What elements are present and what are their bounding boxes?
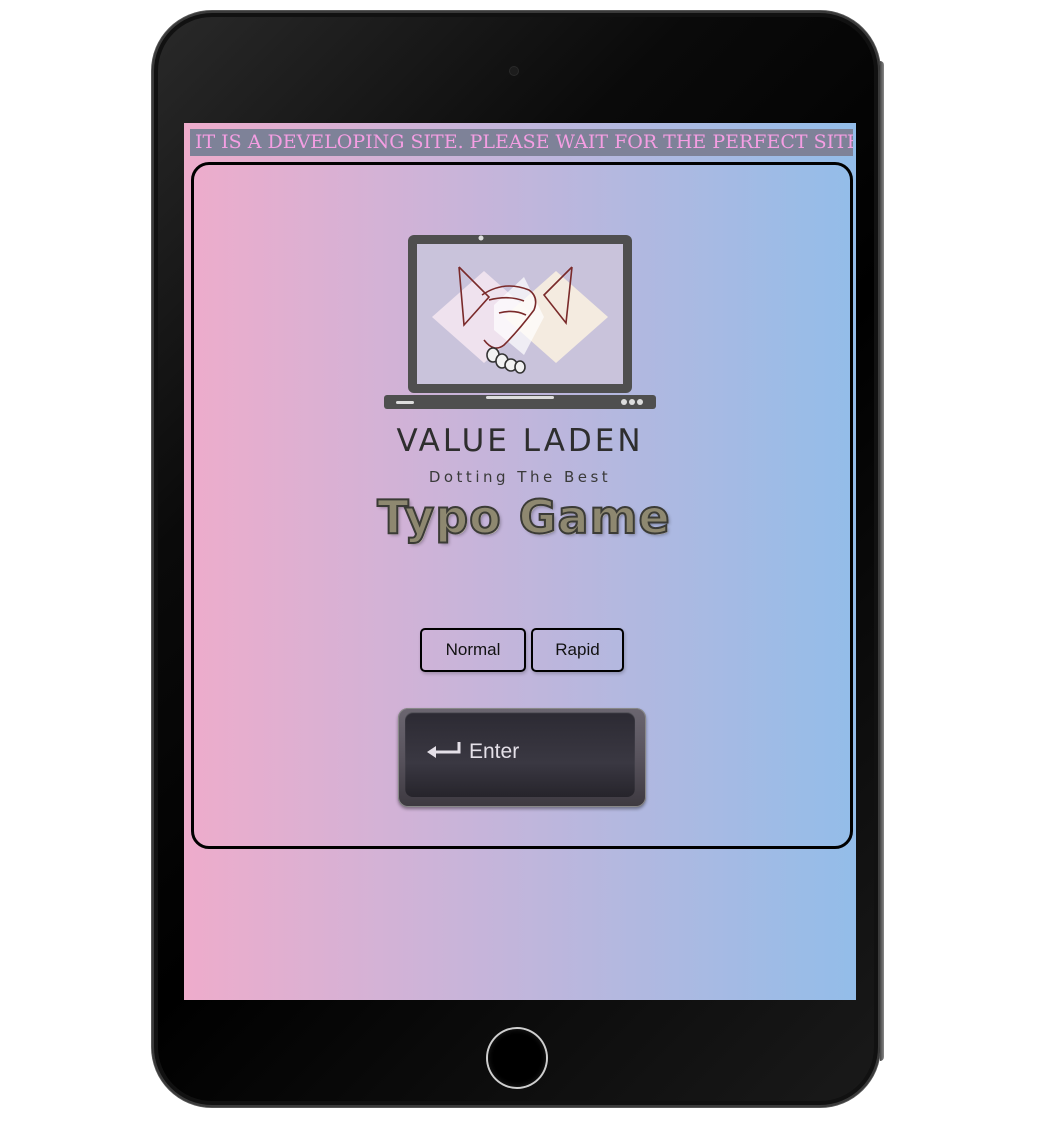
enter-key-button[interactable]: Enter [398,708,646,807]
announcement-marquee: C. IT IS A DEVELOPING SITE. PLEASE WAIT … [190,129,853,156]
enter-key-label: Enter [469,740,520,763]
laptop-handshake-icon [384,235,656,409]
home-button[interactable] [488,1029,546,1087]
game-card: VALUE LADEN Dotting The Best Typo Game N… [191,162,853,849]
brand-logo: VALUE LADEN Dotting The Best [384,235,656,495]
return-arrow-icon [427,742,461,758]
enter-key-cap: Enter [405,712,635,797]
rapid-mode-button[interactable]: Rapid [531,628,624,672]
marquee-text: C. IT IS A DEVELOPING SITE. PLEASE WAIT … [190,131,853,153]
brand-name: VALUE LADEN [396,423,644,459]
brand-tagline: Dotting The Best [428,468,612,486]
tablet-edge [880,61,884,1061]
camera-icon [510,67,518,75]
screen: C. IT IS A DEVELOPING SITE. PLEASE WAIT … [184,123,856,1000]
game-title: Typo Game [376,489,671,545]
normal-mode-button[interactable]: Normal [420,628,526,672]
